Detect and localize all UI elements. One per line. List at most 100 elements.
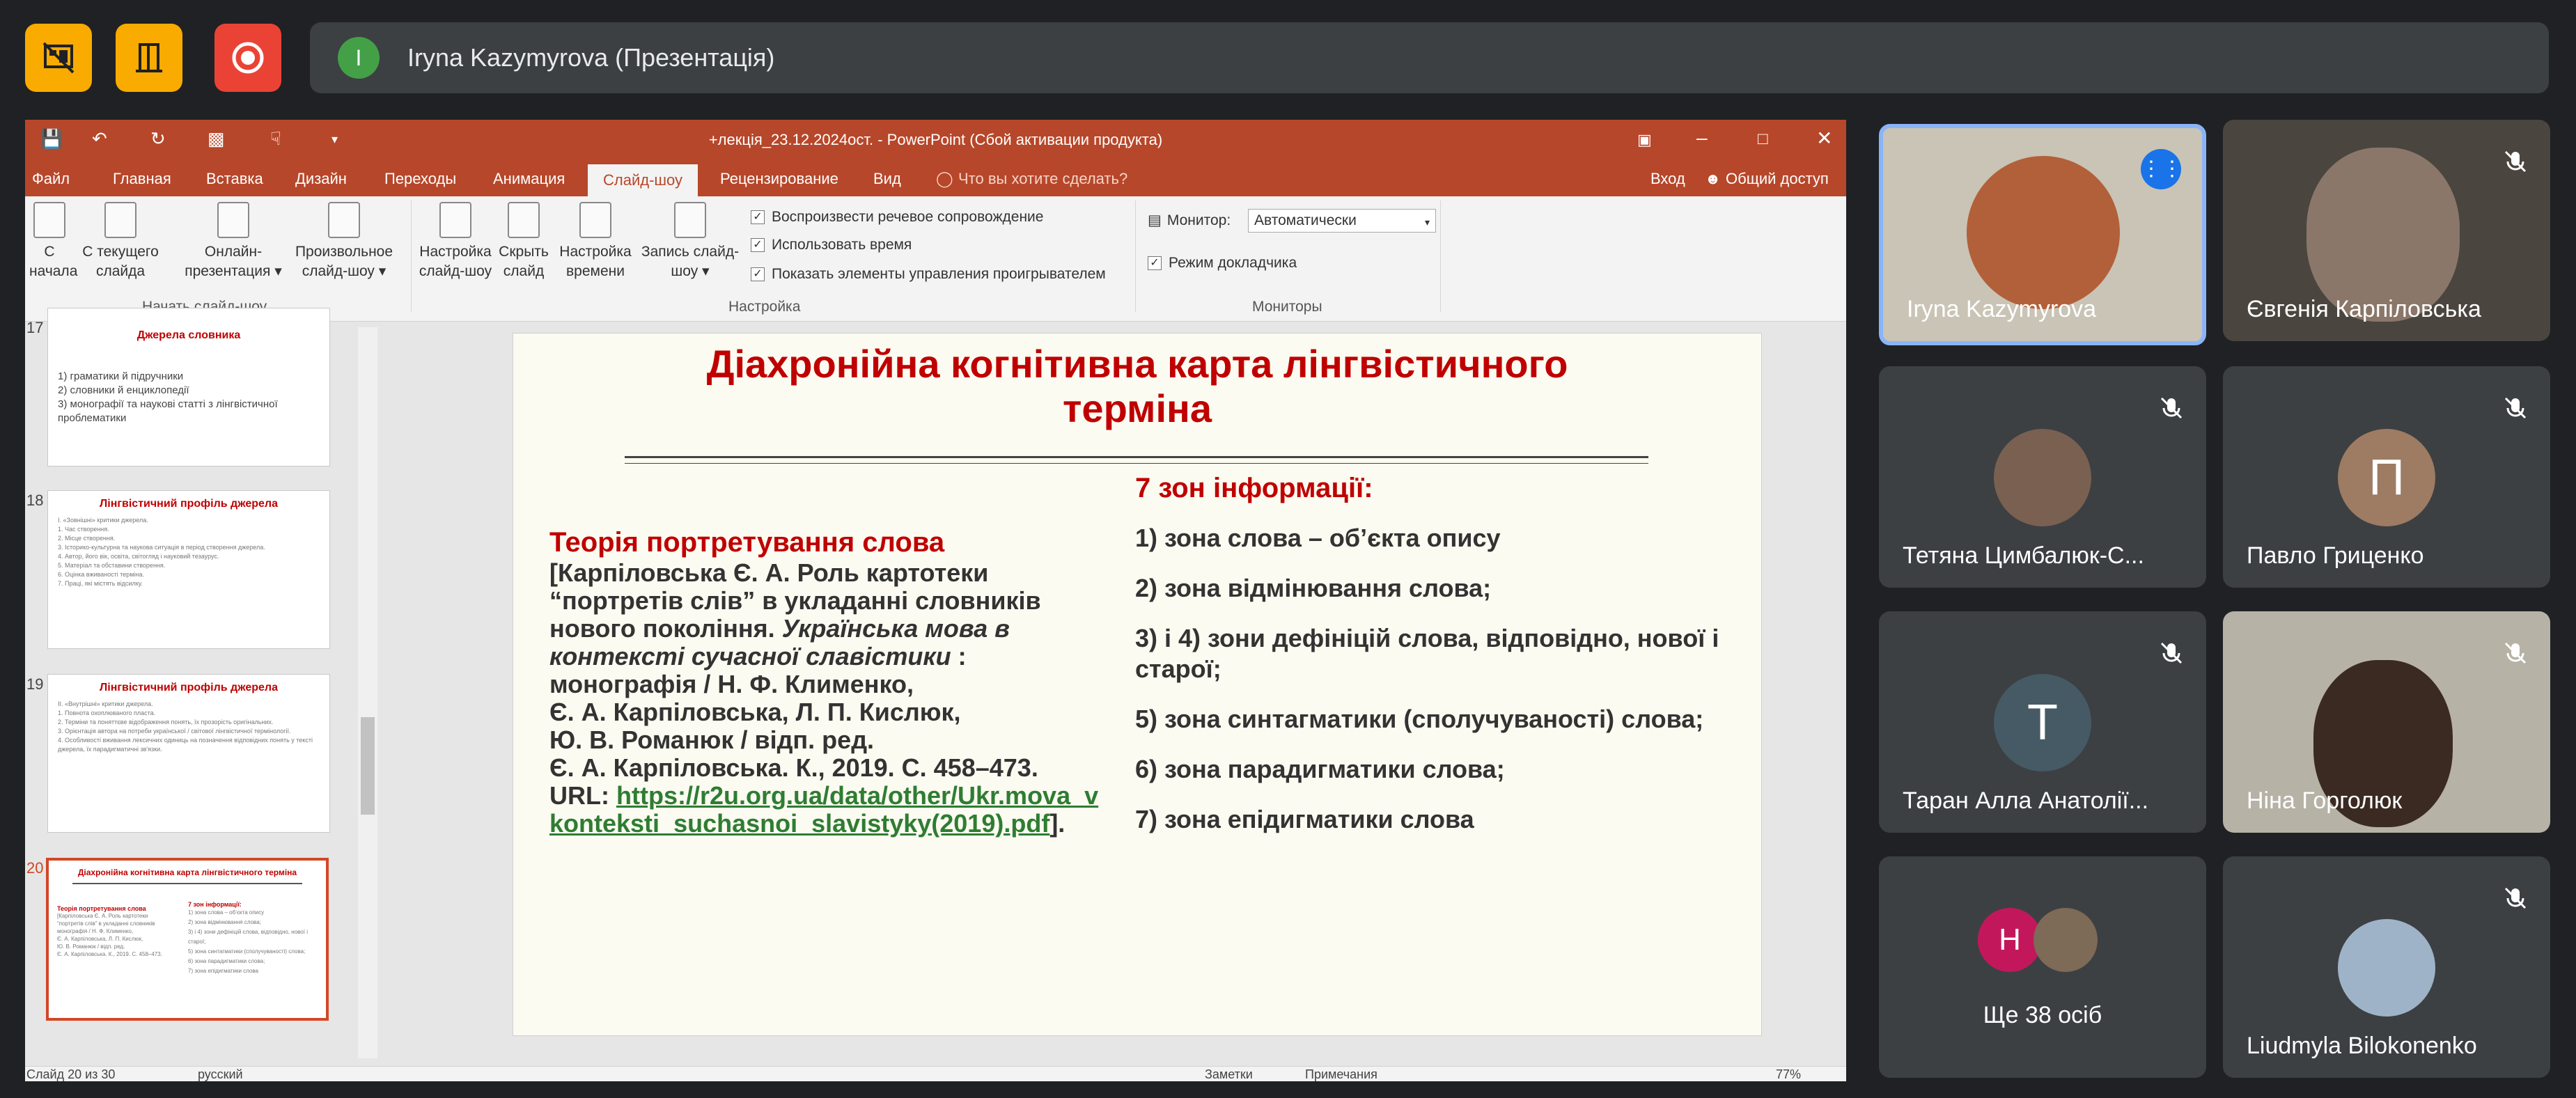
tell-me-box[interactable]: Что вы хотите сделать? [958,170,1127,188]
maximize-icon[interactable]: □ [1758,130,1768,149]
zoom-level[interactable]: 77% [1776,1067,1801,1081]
slide-thumbnail[interactable]: Лінгвістичний профіль джерела II. «Внутр… [47,674,330,833]
thumb-right-preview: 7 зон інформації: 1) зона слова – об’єкт… [188,901,308,974]
close-icon[interactable]: ✕ [1816,127,1832,150]
hide-slide-button[interactable]: Скрыть слайд [489,202,559,281]
right-text-box[interactable]: 7 зон інформації: 1) зона слова – об’єкт… [1135,473,1748,854]
use-timings-checkbox[interactable]: ✓ Использовать время [751,237,912,253]
tab-review[interactable]: Рецензирование [720,170,838,188]
presenter-avatar: I [338,37,380,79]
slide-editor: Діахронійна когнітивна карта лінгвістичн… [387,322,1846,1067]
companion-mode-button[interactable] [116,24,182,92]
slide-thumbnail-selected[interactable]: Діахронійна когнітивна карта лінгвістичн… [46,858,329,1021]
no-layout-icon [42,42,75,74]
monitor-select[interactable]: Автоматически ▾ [1248,209,1436,233]
more-participants-tile[interactable]: Н Ще 38 осіб [1879,856,2206,1078]
mic-off-icon [2504,642,2527,664]
chevron-down-icon: ▾ [1424,217,1430,228]
setup-icon [439,202,471,238]
participant-tile[interactable]: Liudmyla Bilokonenko [2223,856,2550,1078]
divider [625,456,1648,458]
tab-animations[interactable]: Анимация [493,170,565,188]
separator [1135,201,1136,312]
title-bar: 💾 ↶ ↻ ▩ ☟ ▾ +лекція_23.12.2024ост. - Pow… [25,120,1846,160]
source-link-cont[interactable]: konteksti_suchasnoi_slavistyky(2019).pdf [549,809,1049,838]
participant-tile[interactable]: Т Таран Алла Анатолії... [1879,611,2206,833]
tab-insert[interactable]: Вставка [206,170,263,188]
scroll-thumb[interactable] [361,717,375,815]
record-clock-icon [674,202,706,238]
participant-tile[interactable]: П Павло Гриценко [2223,366,2550,588]
minimize-icon[interactable]: – [1696,127,1708,149]
play-narrations-checkbox[interactable]: ✓ Воспроизвести речевое сопровождение [751,209,1043,226]
sign-in-link[interactable]: Вход [1650,170,1685,188]
setup-slideshow-button[interactable]: Настройка слайд-шоу [414,202,497,281]
thumb-number: 17 [26,319,44,336]
presenter-label: Iryna Kazymyrova (Презентація) [407,43,775,72]
slideshow-ribbon: С начала С текущего слайда Онлайн- презе… [25,196,1846,322]
door-icon [136,43,162,72]
monitor-label: ▤ Монитор: [1148,212,1231,229]
thumb-number: 18 [26,492,44,509]
share-button[interactable]: Общий доступ [1726,170,1829,188]
avatar: П [2338,429,2435,526]
mic-off-icon [2504,150,2527,173]
participant-tile[interactable]: Ніна Горголюк [2223,611,2550,833]
play-screen-icon [33,202,65,238]
comments-button[interactable]: Примечания [1305,1067,1377,1081]
tab-transitions[interactable]: Переходы [384,170,456,188]
status-bar: Слайд 20 из 30 русский Заметки Примечани… [25,1066,1846,1081]
thumbnails-scrollbar[interactable] [358,327,377,1058]
avatar [2338,919,2435,1017]
presentation-banner: I Iryna Kazymyrova (Презентація) [310,22,2549,93]
participant-name: Iryna Kazymyrova [1907,296,2097,322]
slide-thumbnails-pane: 17 Джерела словника 1) граматики й підру… [25,308,387,1067]
share-icon[interactable]: ☻ [1705,170,1721,188]
tab-slideshow[interactable]: Слайд-шоу [588,164,698,196]
from-beginning-button[interactable]: С начала [29,202,77,281]
slide-thumbnail[interactable]: Джерела словника 1) граматики й підручни… [47,308,330,466]
separator [1440,201,1441,312]
separator [411,201,412,312]
show-media-controls-checkbox[interactable]: ✓ Показать элементы управления проигрыват… [751,266,1106,283]
participant-name: Таран Алла Анатолії... [1903,787,2149,814]
window-title: +лекція_23.12.2024ост. - PowerPoint (Сбо… [708,131,1163,148]
tab-design[interactable]: Дизайн [295,170,347,188]
participant-tile[interactable]: Тетяна Цимбалюк-С... [1879,366,2206,588]
thumb-left-preview: Теорія портретування слова [Карпіловська… [57,905,162,957]
participant-name: Тетяна Цимбалюк-С... [1903,542,2144,569]
tab-home[interactable]: Главная [113,170,171,188]
mic-off-icon [2504,397,2527,419]
ribbon-display-icon[interactable]: ▣ [1637,131,1652,149]
language-status[interactable]: русский [198,1067,243,1081]
layout-toggle-button[interactable] [25,24,92,92]
mic-off-icon [2160,642,2183,664]
avatar: Н [1978,908,2042,972]
presenter-view-checkbox[interactable]: ✓ Режим докладчика [1148,255,1297,272]
thumb-number: 19 [26,675,44,693]
avatar [1994,429,2091,526]
tell-me-icon: ◯ [936,170,953,187]
online-presentation-button[interactable]: Онлайн- презентация ▾ [181,202,286,281]
current-slide[interactable]: Діахронійна когнітивна карта лінгвістичн… [513,333,1762,1036]
monitor-icon: ▤ [1148,212,1162,228]
record-slideshow-button[interactable]: Запись слайд- шоу ▾ [631,202,749,281]
presentation-screen-icon [104,202,136,238]
notes-button[interactable]: Заметки [1205,1067,1253,1081]
rehearse-timings-button[interactable]: Настройка времени [550,202,641,281]
source-link[interactable]: https://r2u.org.ua/data/other/Ukr.mova_v [616,781,1098,810]
group-setup-label: Настройка [728,299,801,315]
mic-off-icon [2160,397,2183,419]
custom-slideshow-button[interactable]: Произвольное слайд-шоу ▾ [283,202,405,281]
participant-tile[interactable]: Євгенія Карпіловська [2223,120,2550,341]
mic-off-icon [2504,887,2527,909]
avatar: Т [1994,674,2091,771]
timer-icon [579,202,611,238]
left-text-box[interactable]: Теорія портретування слова [Карпіловська… [549,528,1148,838]
participant-tile-speaking[interactable]: ⋮⋮ Iryna Kazymyrova [1879,124,2206,345]
slide-thumbnail[interactable]: Лінгвістичний профіль джерела I. «Зовніш… [47,490,330,649]
tab-file[interactable]: Файл [32,170,70,188]
tab-view[interactable]: Вид [873,170,901,188]
from-current-slide-button[interactable]: С текущего слайда [75,202,166,281]
recording-button[interactable] [214,24,281,92]
